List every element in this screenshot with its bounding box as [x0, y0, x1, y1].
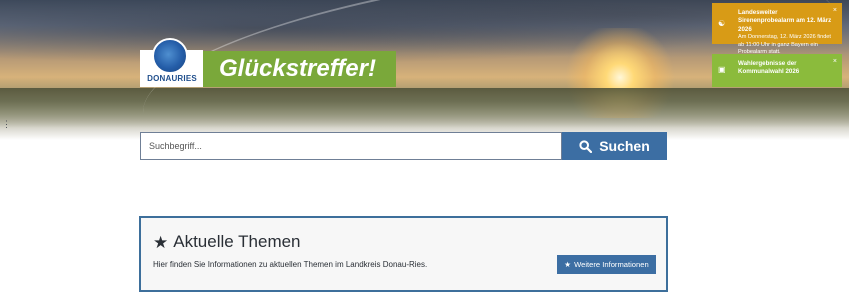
close-icon[interactable]: × — [833, 6, 837, 15]
megaphone-icon: ☯ — [718, 19, 726, 28]
site-logo[interactable]: DONAURIES — [140, 38, 203, 87]
side-menu-handle-icon[interactable]: ⋮ — [2, 119, 11, 130]
notice-title: Wahlergebnisse der Kommunalwahl 2026 — [738, 60, 800, 76]
topics-title: Aktuelle Themen — [173, 232, 301, 251]
notice-title: Landesweiter Sirenenprobealarm am 12. Mä… — [738, 9, 832, 33]
logo-emblem-icon — [152, 38, 188, 74]
more-information-button[interactable]: ★ Weitere Informationen — [557, 255, 656, 274]
search-button-label: Suchen — [599, 138, 650, 154]
logo-text: DONAURIES — [147, 74, 197, 83]
current-topics-panel: ★ Aktuelle Themen Hier finden Sie Inform… — [139, 216, 668, 292]
search-icon — [579, 139, 593, 153]
search-input[interactable] — [140, 132, 562, 160]
topics-description: Hier finden Sie Informationen zu aktuell… — [153, 260, 428, 269]
campaign-banner[interactable]: Glückstreffer! — [203, 51, 396, 87]
more-information-label: Weitere Informationen — [574, 260, 649, 269]
notice-election-results[interactable]: × ▣ Wahlergebnisse der Kommunalwahl 2026 — [712, 54, 842, 87]
star-icon: ★ — [564, 260, 572, 269]
close-icon[interactable]: × — [833, 57, 837, 66]
ballot-box-icon: ▣ — [718, 65, 726, 74]
notice-siren-alarm[interactable]: × ☯ Landesweiter Sirenenprobealarm am 12… — [712, 3, 842, 55]
search-button[interactable]: Suchen — [562, 132, 667, 160]
star-icon: ★ — [153, 232, 169, 252]
topics-heading: ★ Aktuelle Themen — [153, 232, 301, 252]
